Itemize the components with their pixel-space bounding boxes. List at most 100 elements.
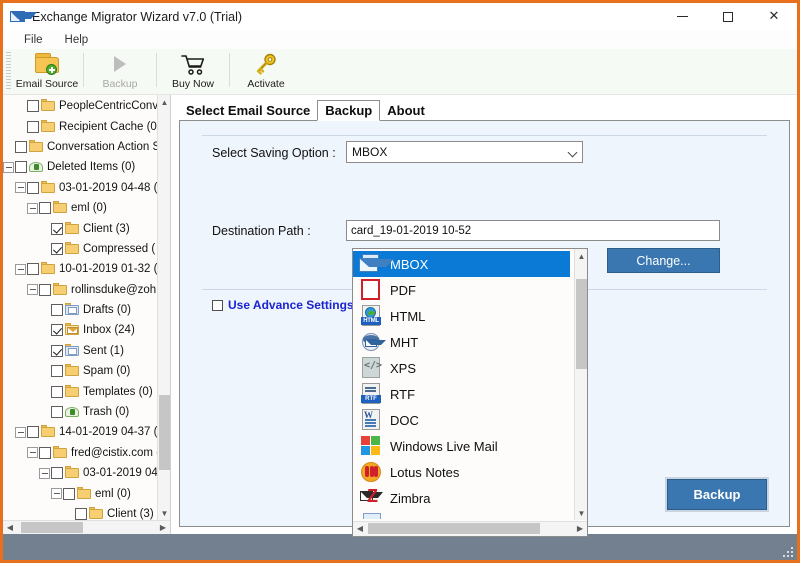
dropdown-scroll-left-icon[interactable]: ◀ <box>353 522 367 535</box>
menu-item-file[interactable]: File <box>13 32 54 48</box>
tree-expand-toggle-icon[interactable] <box>15 263 26 275</box>
tree-item-checkbox[interactable] <box>51 406 63 419</box>
tree-item[interactable]: Client (3) <box>3 218 157 238</box>
tab-select-email-source[interactable]: Select Email Source <box>179 100 317 121</box>
tree-item-checkbox[interactable] <box>39 202 51 215</box>
change-button[interactable]: Change... <box>607 248 720 273</box>
tree-hscroll-thumb[interactable] <box>21 522 83 533</box>
tab-about[interactable]: About <box>380 100 432 121</box>
tree-expand-toggle-icon[interactable] <box>27 202 38 214</box>
dropdown-option[interactable]: Lotus Notes <box>353 459 570 485</box>
tree-item-checkbox[interactable] <box>51 467 63 480</box>
tree-item[interactable]: Sent (1) <box>3 341 157 361</box>
tree-expand-toggle-icon[interactable] <box>15 426 26 438</box>
tree-item[interactable]: 10-01-2019 01-32 (0) <box>3 259 157 279</box>
menu-item-help[interactable]: Help <box>54 32 100 48</box>
tree-item-checkbox[interactable] <box>27 426 39 439</box>
tree-horizontal-scrollbar[interactable]: ◀ ▶ <box>3 520 170 534</box>
tree-item[interactable]: Templates (0) <box>3 381 157 401</box>
dropdown-hscroll-thumb[interactable] <box>368 523 540 534</box>
tree-item[interactable]: eml (0) <box>3 198 157 218</box>
advance-settings-checkbox-box[interactable] <box>212 299 223 311</box>
tree-item[interactable]: Trash (0) <box>3 402 157 422</box>
tree-expand-toggle-icon[interactable] <box>39 467 50 479</box>
resize-grip-icon[interactable] <box>783 547 793 557</box>
tree-item-checkbox[interactable] <box>51 365 63 378</box>
chevron-down-icon[interactable] <box>569 148 577 156</box>
tree-item-checkbox[interactable] <box>15 161 27 174</box>
toolbar-button-email-source[interactable]: Email Source <box>11 49 83 93</box>
dropdown-option[interactable]: HTML HTML <box>353 303 570 329</box>
tree-item[interactable]: eml (0) <box>3 483 157 503</box>
tree-item-checkbox[interactable] <box>51 344 63 357</box>
tree-item-checkbox[interactable] <box>63 487 75 500</box>
use-advance-settings-checkbox[interactable]: Use Advance Settings <box>212 298 354 312</box>
dropdown-scroll-up-icon[interactable]: ▲ <box>575 249 587 263</box>
tree-scroll-thumb[interactable] <box>159 395 170 470</box>
tree-item[interactable]: PeopleCentricConv <box>3 96 157 116</box>
saving-option-combobox[interactable]: MBOX <box>346 141 583 163</box>
tree-item-checkbox[interactable] <box>15 140 27 153</box>
tree-item[interactable]: Conversation Action S <box>3 137 157 157</box>
toolbar-button-buy-now[interactable]: Buy Now <box>157 49 229 93</box>
destination-path-input[interactable]: card_19-01-2019 10-52 <box>346 220 720 241</box>
dropdown-option[interactable]: Z Zimbra <box>353 485 570 511</box>
tree-item-checkbox[interactable] <box>27 263 39 276</box>
tree-item-checkbox[interactable] <box>51 385 63 398</box>
tree-expand-toggle-icon[interactable] <box>15 182 26 194</box>
dropdown-horizontal-scrollbar[interactable]: ◀ ▶ <box>353 521 587 536</box>
tree-item-checkbox[interactable] <box>51 222 63 235</box>
dropdown-scroll-down-icon[interactable]: ▼ <box>575 506 587 520</box>
dropdown-option[interactable]: MHT <box>353 329 570 355</box>
toolbar-button-backup[interactable]: Backup <box>84 49 156 93</box>
tree-expand-toggle-icon[interactable] <box>51 488 62 500</box>
dropdown-scroll-thumb[interactable] <box>576 279 587 369</box>
tree-item[interactable]: 03-01-2019 04-48 (0) <box>3 178 157 198</box>
saving-option-dropdown-list[interactable]: MBOX  PDF HTML HTML MHT </> XPS RTF RTF W DOC Windo… <box>352 248 588 537</box>
tree-item-checkbox[interactable] <box>51 324 63 337</box>
tab-backup[interactable]: Backup <box>317 100 381 121</box>
scroll-down-icon[interactable]: ▼ <box>158 506 171 520</box>
dropdown-option[interactable]: RTF RTF <box>353 381 570 407</box>
tree-item[interactable]: Drafts (0) <box>3 300 157 320</box>
dropdown-option-label: MHT <box>390 334 419 350</box>
tree-item[interactable]: rollinsduke@zoh <box>3 280 157 300</box>
tree-item-checkbox[interactable] <box>39 283 51 296</box>
tree-item-checkbox[interactable] <box>75 508 87 520</box>
dropdown-option[interactable]: Windows Live Mail <box>353 433 570 459</box>
maximize-icon[interactable] <box>705 3 751 30</box>
toolbar-button-activate[interactable]: Activate <box>230 49 302 93</box>
tree-item-checkbox[interactable] <box>27 120 39 133</box>
dropdown-option[interactable]:  PDF <box>353 277 570 303</box>
tree-item[interactable]: fred@cistix.com ( <box>3 443 157 463</box>
scroll-up-icon[interactable]: ▲ <box>158 95 171 109</box>
dropdown-option[interactable]: </> XPS <box>353 355 570 381</box>
backup-button[interactable]: Backup <box>667 479 767 510</box>
tree-vertical-scrollbar[interactable]: ▲ ▼ <box>157 95 170 520</box>
tree-item[interactable]: Compressed ( <box>3 239 157 259</box>
close-icon[interactable]: ✕ <box>751 3 797 30</box>
dropdown-partial-item[interactable] <box>359 513 383 519</box>
tree-item-checkbox[interactable] <box>51 242 63 255</box>
tree-item[interactable]: Deleted Items (0) <box>3 157 157 177</box>
tree-item[interactable]: Spam (0) <box>3 361 157 381</box>
dropdown-option[interactable]: W DOC <box>353 407 570 433</box>
tree-item-checkbox[interactable] <box>27 181 39 194</box>
scroll-left-icon[interactable]: ◀ <box>3 521 17 534</box>
tree-item-checkbox[interactable] <box>27 100 39 113</box>
minimize-icon[interactable] <box>659 3 705 30</box>
tree-item[interactable]: 14-01-2019 04-37 (0) <box>3 422 157 442</box>
tree-item[interactable]: Recipient Cache (0) <box>3 116 157 136</box>
tree-item[interactable]: Client (3) <box>3 504 157 520</box>
dropdown-option[interactable]: MBOX <box>353 251 570 277</box>
tree-item[interactable]: Inbox (24) <box>3 320 157 340</box>
tree-expand-toggle-icon[interactable] <box>3 161 14 173</box>
tree-item-checkbox[interactable] <box>39 446 51 459</box>
tree-expand-toggle-icon[interactable] <box>27 447 38 459</box>
tree-expand-toggle-icon[interactable] <box>27 284 38 296</box>
scroll-right-icon[interactable]: ▶ <box>156 521 170 534</box>
tree-item-checkbox[interactable] <box>51 304 63 317</box>
tree-item[interactable]: 03-01-2019 04- <box>3 463 157 483</box>
dropdown-vertical-scrollbar[interactable]: ▲ ▼ <box>574 249 587 520</box>
dropdown-scroll-right-icon[interactable]: ▶ <box>573 522 587 535</box>
